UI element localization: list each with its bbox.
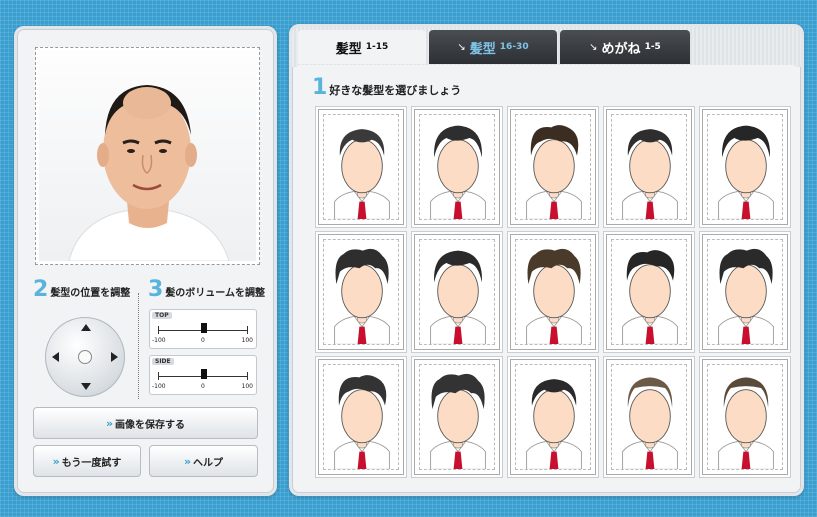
hairstyle-thumb[interactable] (414, 359, 500, 475)
slider-max: 100 (241, 337, 253, 344)
move-up-icon[interactable] (81, 324, 91, 331)
step1-label: 好きな髪型を選びましょう (329, 84, 462, 97)
avatar-face-icon (526, 248, 582, 344)
help-label: ヘルプ (193, 457, 224, 469)
user-photo (35, 47, 260, 265)
slider-min: -100 (152, 383, 166, 390)
arrow-down-right-icon: ↘ (457, 41, 466, 53)
tab-content: 1 好きな髪型を選びましょう (298, 65, 795, 487)
double-chevron-icon: » (52, 454, 60, 468)
retry-button[interactable]: » もう一度試す (33, 445, 141, 477)
avatar-face-icon (622, 377, 678, 469)
tab-label: 髪型 (469, 41, 496, 57)
side-volume-slider[interactable]: SIDE -100 0 100 (149, 355, 257, 395)
retry-label: もう一度試す (61, 457, 122, 469)
move-down-icon[interactable] (81, 383, 91, 390)
double-chevron-icon: » (105, 416, 113, 430)
step1-number: 1 (312, 75, 328, 100)
position-pad (45, 317, 125, 397)
hairstyle-thumb[interactable] (702, 109, 788, 225)
avatar-face-icon (430, 373, 486, 469)
save-image-button[interactable]: » 画像を保存する (33, 407, 258, 439)
slider-max: 100 (241, 383, 253, 390)
avatar-face-icon (430, 250, 486, 344)
slider-tag: SIDE (152, 358, 174, 365)
avatar-face-icon (334, 248, 390, 344)
slider-mid: 0 (201, 337, 205, 344)
hairstyle-thumb[interactable] (606, 234, 692, 350)
slider-mid: 0 (201, 383, 205, 390)
avatar-face-icon (430, 125, 486, 219)
slider-thumb[interactable] (201, 369, 207, 379)
avatar-face-icon (526, 379, 582, 469)
tab-range: 1-5 (644, 42, 661, 52)
slider-tag: TOP (152, 312, 172, 319)
divider (138, 293, 139, 399)
save-image-label: 画像を保存する (115, 419, 186, 431)
avatar-face-icon (334, 375, 390, 469)
tab-glasses-1-5[interactable]: ↘ めがね 1-5 (560, 30, 690, 64)
hairstyle-thumb[interactable] (606, 109, 692, 225)
step2-number: 2 (33, 277, 49, 302)
hairstyle-thumb[interactable] (702, 359, 788, 475)
step1-heading: 1 好きな髪型を選びましょう (312, 77, 461, 99)
left-panel: 2 髪型の位置を調整 3 髪のボリュームを調整 TOP -100 0 100 S… (14, 26, 277, 496)
hairstyle-thumb[interactable] (414, 234, 500, 350)
avatar-face-icon (622, 129, 678, 219)
hairstyle-thumb[interactable] (318, 109, 404, 225)
tab-range: 1-15 (365, 42, 389, 52)
slider-thumb[interactable] (201, 323, 207, 333)
avatar-face-icon (526, 125, 582, 219)
step3-label: 髪のボリュームを調整 (165, 288, 266, 299)
avatar-face-icon (334, 129, 390, 219)
reset-position-button[interactable] (78, 350, 92, 364)
hairstyle-thumb[interactable] (702, 234, 788, 350)
tab-label: 髪型 (335, 41, 362, 57)
avatar-face-icon (718, 125, 774, 219)
hairstyle-thumb[interactable] (318, 359, 404, 475)
help-button[interactable]: » ヘルプ (149, 445, 258, 477)
hairstyle-thumb[interactable] (318, 234, 404, 350)
top-volume-slider[interactable]: TOP -100 0 100 (149, 309, 257, 349)
tab-hairstyles-16-30[interactable]: ↘ 髪型 16-30 (429, 30, 557, 64)
step2-heading: 2 髪型の位置を調整 (33, 279, 130, 301)
double-chevron-icon: » (183, 454, 191, 468)
hairstyle-thumb[interactable] (510, 234, 596, 350)
avatar-face-icon (718, 377, 774, 469)
avatar-face-icon (718, 248, 774, 344)
step3-number: 3 (148, 277, 164, 302)
step2-label: 髪型の位置を調整 (50, 288, 131, 299)
move-left-icon[interactable] (52, 352, 59, 362)
hairstyle-thumb[interactable] (414, 109, 500, 225)
tab-hairstyles-1-15[interactable]: 髪型 1-15 (298, 30, 426, 64)
right-panel: 髪型 1-15 ↘ 髪型 16-30 ↘ めがね 1-5 1 好きな髪型を選びま… (289, 24, 804, 496)
step3-heading: 3 髪のボリュームを調整 (148, 279, 265, 301)
move-right-icon[interactable] (111, 352, 118, 362)
user-photo-image (68, 85, 230, 261)
hairstyle-thumb[interactable] (510, 359, 596, 475)
avatar-face-icon (622, 250, 678, 344)
tab-label: めがね (601, 41, 641, 57)
tab-range: 16-30 (499, 42, 529, 52)
arrow-down-right-icon: ↘ (589, 41, 598, 53)
hairstyle-thumb[interactable] (606, 359, 692, 475)
slider-min: -100 (152, 337, 166, 344)
hairstyle-thumb[interactable] (510, 109, 596, 225)
